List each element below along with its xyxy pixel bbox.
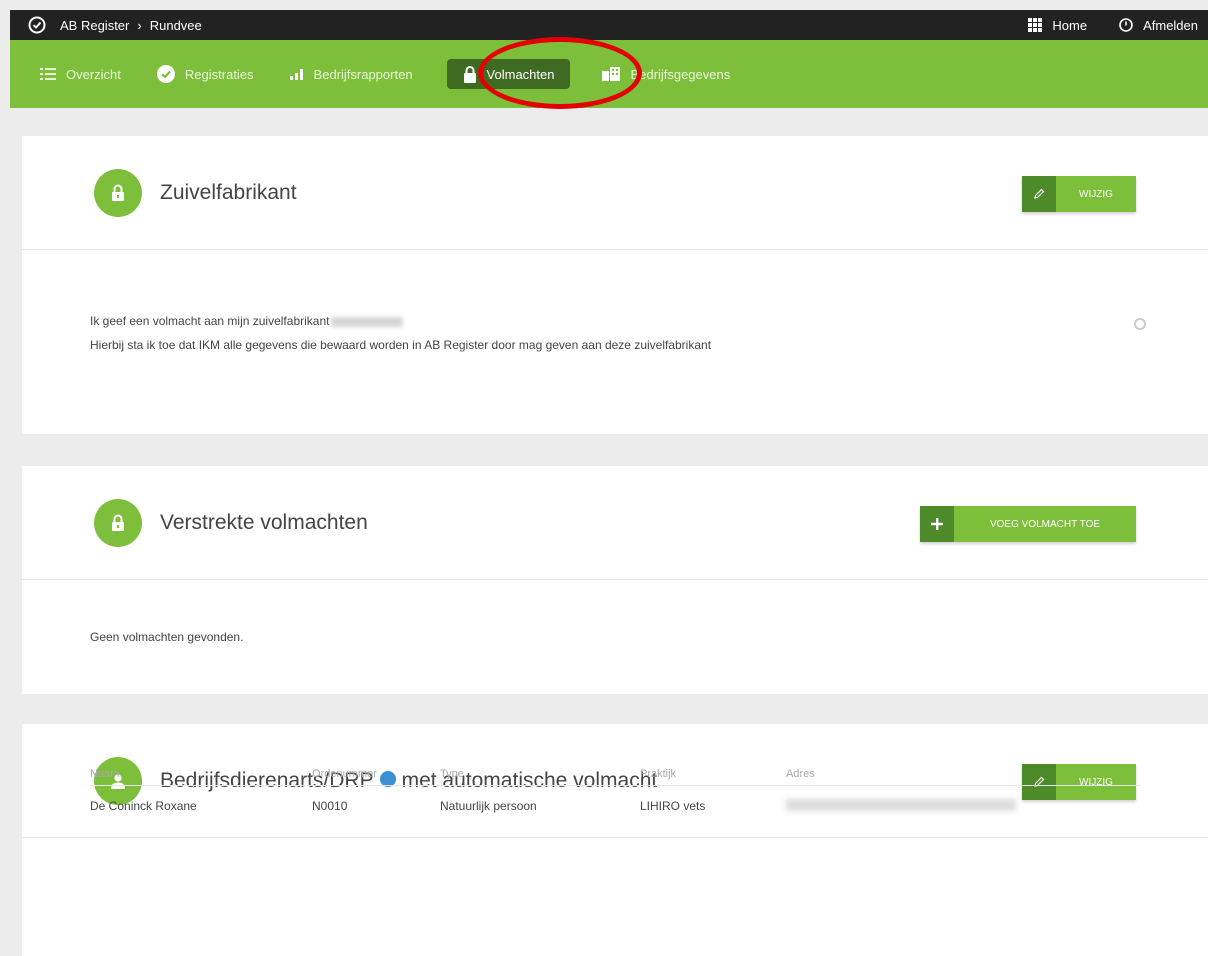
- cell-praktijk: LIHIRO vets: [640, 799, 706, 813]
- top-bar: AB Register › Rundvee Home Afmelden: [10, 10, 1208, 40]
- nav-volmachten-label: Volmachten: [486, 66, 555, 82]
- pencil-icon: [1022, 176, 1056, 212]
- card-title: Zuivelfabrikant: [160, 180, 297, 204]
- breadcrumb-rundvee[interactable]: Rundvee: [150, 18, 202, 33]
- add-volmacht-label: VOEG VOLMACHT TOE: [989, 518, 1101, 530]
- column-header: Type: [440, 767, 464, 780]
- volmacht-explanation: Hierbij sta ik toe dat IKM alle gegevens…: [90, 338, 712, 352]
- card-header: Verstrekte volmachten VOEG VOLMACHT TOE: [22, 466, 1208, 580]
- lock-icon: [463, 65, 476, 83]
- column-header: Adres: [786, 767, 815, 780]
- redacted-text: [331, 316, 404, 327]
- redacted-address: [786, 798, 1016, 811]
- card-body: Geen volmachten gevonden.: [22, 580, 1208, 694]
- edit-button-label: WIJZIG: [1079, 188, 1113, 200]
- card-header: Zuivelfabrikant WIJZIG: [22, 136, 1208, 250]
- main-nav: Overzicht Registraties Bedrijfsrapporten…: [10, 40, 1208, 108]
- volmacht-statement: Ik geef een volmacht aan mijn zuivelfabr…: [90, 314, 404, 328]
- nav-bedrijfsrapporten-label: Bedrijfsrapporten: [313, 66, 413, 82]
- card-title: Verstrekte volmachten: [160, 510, 368, 534]
- logout-link[interactable]: Afmelden: [1119, 18, 1198, 33]
- list-icon: [40, 68, 56, 80]
- bedrijfsdierenarts-card: Bedrijfsdierenarts/DRP met automatische v…: [22, 724, 1208, 956]
- lock-icon: [94, 498, 142, 547]
- nav-registraties-label: Registraties: [184, 66, 254, 82]
- app-logo-icon[interactable]: [28, 16, 46, 34]
- table-row: De Coninck Roxane N0010 Natuurlijk perso…: [90, 786, 1140, 826]
- logout-label: Afmelden: [1143, 17, 1198, 33]
- home-link[interactable]: Home: [1028, 18, 1087, 33]
- building-icon: [602, 67, 621, 81]
- bar-chart-icon: [289, 69, 303, 80]
- plus-icon: [920, 506, 954, 542]
- breadcrumb-ab-register[interactable]: AB Register: [60, 18, 129, 33]
- table-header: Naam Ordenummer Type Praktijk Adres: [90, 762, 1140, 786]
- nav-overzicht-label: Overzicht: [66, 66, 121, 82]
- lock-icon: [94, 168, 142, 217]
- empty-message: Geen volmachten gevonden.: [90, 630, 244, 644]
- zuivelfabrikant-card: Zuivelfabrikant WIJZIG Ik geef een volma…: [22, 136, 1208, 434]
- home-label: Home: [1052, 17, 1088, 33]
- status-radio[interactable]: [1134, 318, 1146, 330]
- breadcrumb-separator: ›: [137, 17, 142, 33]
- cell-type: Natuurlijk persoon: [440, 799, 537, 813]
- column-header: Praktijk: [640, 767, 677, 780]
- power-icon: [1119, 18, 1133, 32]
- nav-bedrijfsgegevens-label: Bedrijfsgegevens: [630, 66, 731, 82]
- dierenarts-table: Naam Ordenummer Type Praktijk Adres De C…: [90, 762, 1140, 826]
- column-header: Ordenummer: [312, 767, 377, 780]
- column-header: Naam: [90, 767, 120, 780]
- cell-naam: De Coninck Roxane: [90, 799, 197, 813]
- add-volmacht-button[interactable]: VOEG VOLMACHT TOE: [920, 506, 1136, 542]
- breadcrumb: AB Register › Rundvee: [60, 18, 202, 33]
- nav-volmachten[interactable]: Volmachten: [446, 59, 571, 89]
- nav-registraties[interactable]: Registraties: [147, 59, 264, 89]
- volmacht-statement-text: Ik geef een volmacht aan mijn zuivelfabr…: [90, 314, 330, 328]
- cell-ordenummer: N0010: [312, 799, 348, 813]
- card-body: Ik geef een volmacht aan mijn zuivelfabr…: [22, 250, 1208, 434]
- cell-adres: [786, 798, 1140, 814]
- nav-bedrijfsrapporten[interactable]: Bedrijfsrapporten: [280, 59, 423, 89]
- verstrekte-volmachten-card: Verstrekte volmachten VOEG VOLMACHT TOE …: [22, 466, 1208, 694]
- grid-icon: [1028, 18, 1043, 32]
- nav-overzicht[interactable]: Overzicht: [30, 59, 131, 89]
- edit-button[interactable]: WIJZIG: [1022, 176, 1136, 212]
- check-circle-icon: [156, 65, 175, 83]
- nav-bedrijfsgegevens[interactable]: Bedrijfsgegevens: [592, 59, 740, 89]
